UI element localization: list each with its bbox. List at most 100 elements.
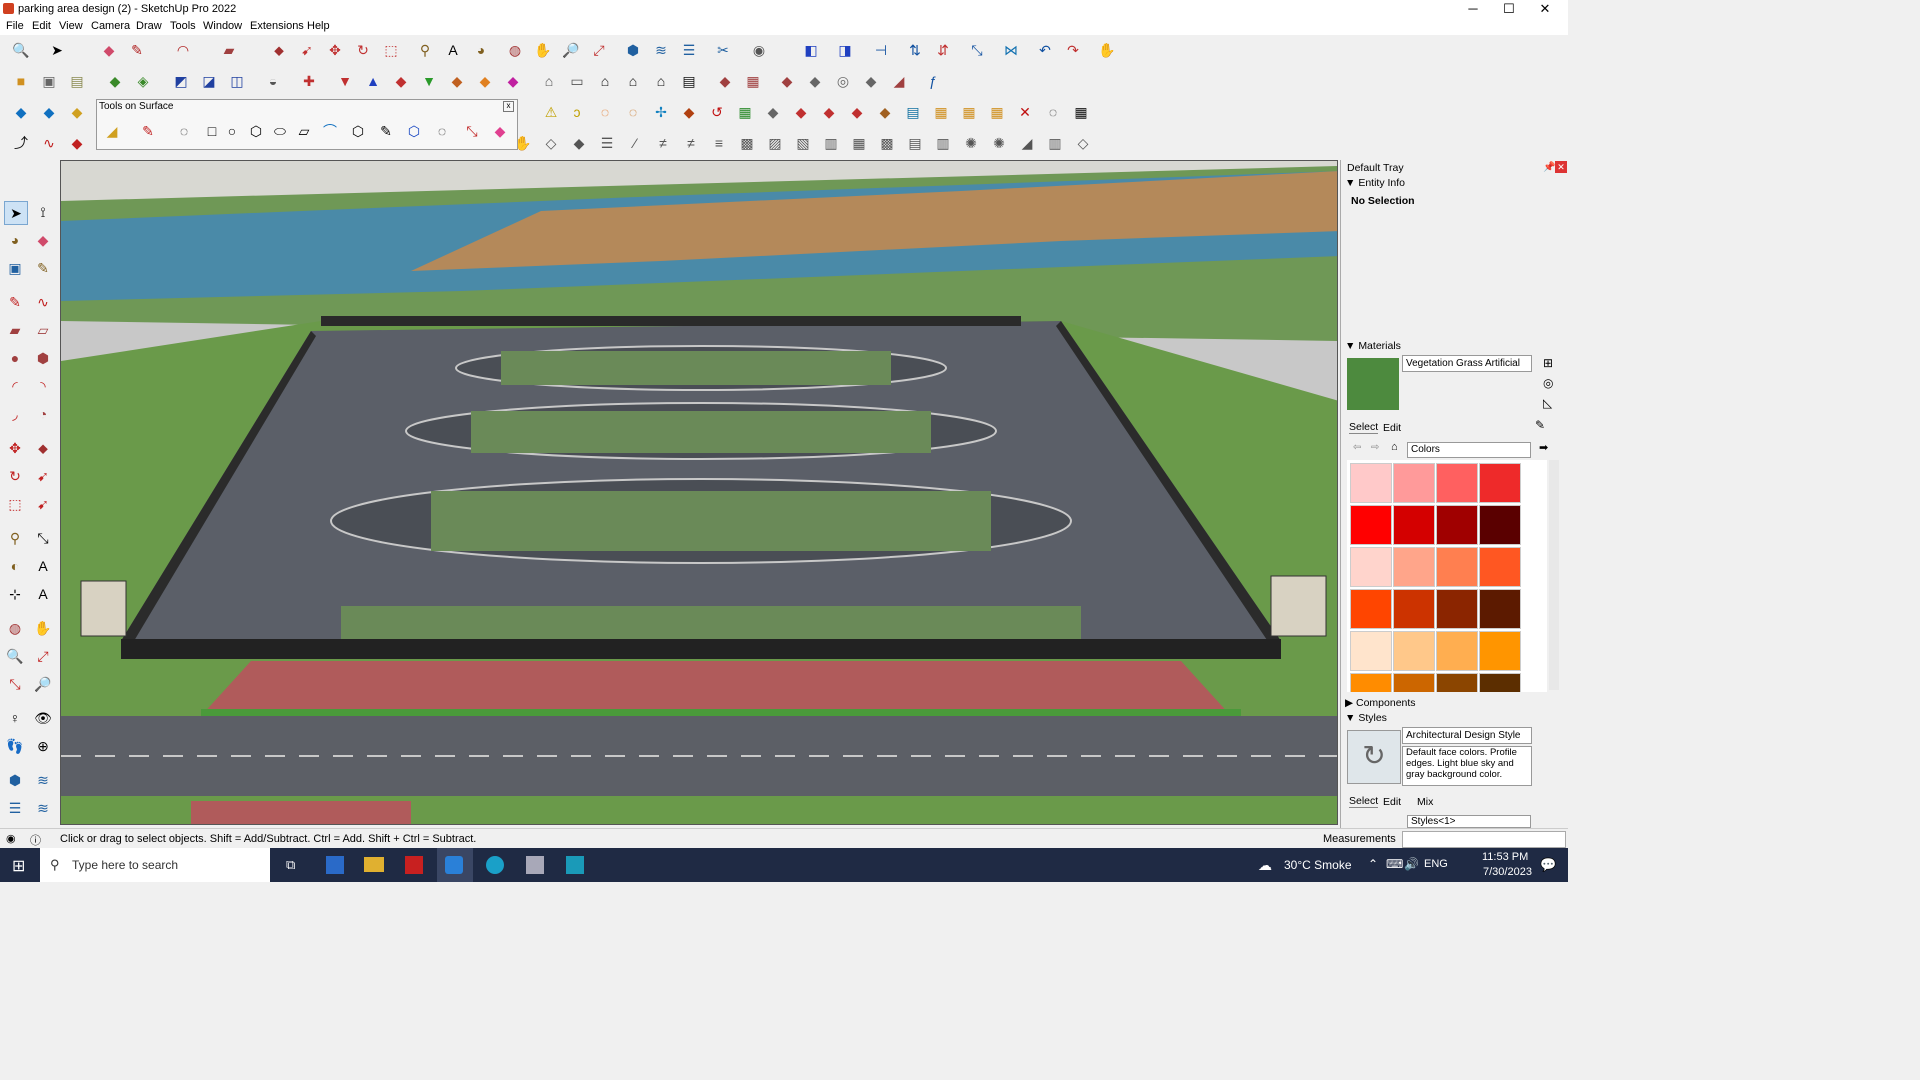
profile-s-icon[interactable]: ▥	[1044, 132, 1066, 154]
undo-icon[interactable]: ↶	[1034, 39, 1056, 61]
layer-down-icon[interactable]: ⇵	[932, 39, 954, 61]
home-outline-icon[interactable]: ⌂	[650, 70, 672, 92]
xray-box-icon[interactable]: ▣	[38, 70, 60, 92]
curve-q-icon[interactable]: ✕	[1014, 101, 1036, 123]
curve-n-icon[interactable]: ▦	[930, 101, 952, 123]
tos-freehand-icon[interactable]: ✎	[375, 120, 397, 142]
add-detail-icon[interactable]: ◆	[446, 70, 468, 92]
section-large-icon[interactable]: ⊕	[32, 735, 54, 757]
rect-large-icon[interactable]: ▰	[4, 319, 26, 341]
profile-o-icon[interactable]: ▥	[932, 132, 954, 154]
color-swatch[interactable]	[1350, 631, 1392, 671]
back-edges-icon[interactable]: ◫	[226, 70, 248, 92]
move-tool-icon[interactable]: ✥	[324, 39, 346, 61]
rotate-large-icon[interactable]: ↻	[4, 465, 26, 487]
tos-parallelogram-icon[interactable]: ▱	[293, 120, 315, 142]
color-swatch[interactable]	[1393, 547, 1435, 587]
from-contours-icon[interactable]: ◆	[474, 70, 496, 92]
profile-f-icon[interactable]: ≠	[680, 132, 702, 154]
materials-header[interactable]: ▼ Materials	[1345, 340, 1565, 354]
follow-me-icon[interactable]: ➹	[296, 39, 318, 61]
profile-k-icon[interactable]: ▥	[820, 132, 842, 154]
task-view-icon[interactable]: ⧉	[286, 857, 295, 873]
clock-time[interactable]: 11:53 PM	[1482, 851, 1528, 863]
xray-icon[interactable]: ✂	[712, 39, 734, 61]
scale-large-icon[interactable]: ⬚	[4, 493, 26, 515]
curve-m-icon[interactable]: ▤	[902, 101, 924, 123]
pencil-icon[interactable]: ✎	[4, 291, 26, 313]
color-swatch[interactable]	[1436, 505, 1478, 545]
arc-large-icon[interactable]: ◜	[4, 375, 26, 397]
tos-clean-icon[interactable]: ◆	[489, 120, 511, 142]
eraser-icon[interactable]: ◆	[98, 39, 120, 61]
forward-arrow-icon[interactable]: ⇨	[1371, 442, 1379, 453]
tos-line-icon[interactable]: ◢	[101, 120, 123, 142]
look-around-icon[interactable]: 👁	[32, 707, 54, 729]
hidden-line-icon[interactable]: ▤	[66, 70, 88, 92]
material-name-field[interactable]: Vegetation Grass Artificial	[1402, 355, 1532, 372]
color-swatch[interactable]	[1393, 589, 1435, 629]
styles-tab-select[interactable]: Select	[1349, 795, 1379, 808]
tape-measure-icon[interactable]: ⚲	[414, 39, 436, 61]
scale-tool-icon[interactable]: ⬚	[380, 39, 402, 61]
textured-icon[interactable]: ◈	[132, 70, 154, 92]
measurements-input[interactable]	[1402, 831, 1566, 848]
eyedropper-icon[interactable]: ✎	[1535, 418, 1545, 432]
layer-a-icon[interactable]: ◆	[10, 101, 32, 123]
tos-pen-icon[interactable]: ✎	[137, 120, 159, 142]
menu-tools[interactable]: Tools	[170, 20, 196, 32]
color-swatch[interactable]	[1393, 631, 1435, 671]
weather-icon[interactable]: ☁	[1258, 857, 1272, 874]
warning-icon[interactable]: ⚠	[540, 101, 562, 123]
hand-stop-icon[interactable]: ✋	[1096, 39, 1118, 61]
taskbar-search[interactable]: ⚲ Type here to search	[40, 848, 270, 882]
fredo-c-icon[interactable]: ◆	[66, 132, 88, 154]
extension-warehouse-icon[interactable]: ◨	[834, 39, 856, 61]
zoom-window-icon[interactable]: ⤢	[588, 39, 610, 61]
move-large-icon[interactable]: ✥	[4, 437, 26, 459]
profile-l-icon[interactable]: ▦	[848, 132, 870, 154]
tape-large-icon[interactable]: ✎	[32, 257, 54, 279]
materials-tab-select[interactable]: Select	[1349, 421, 1379, 434]
profile-b-icon[interactable]: ◆	[568, 132, 590, 154]
display-secondary-icon[interactable]: ◎	[1543, 376, 1553, 390]
profile-m-icon[interactable]: ▩	[876, 132, 898, 154]
push-pull-icon[interactable]: ⬥	[268, 39, 290, 61]
style-name-field[interactable]: Architectural Design Style	[1402, 727, 1532, 744]
top-large-icon[interactable]: ≋	[32, 769, 54, 791]
stamp-icon[interactable]: ▲	[362, 70, 384, 92]
plugin-a-icon[interactable]: ◆	[776, 70, 798, 92]
layer-b-icon[interactable]: ◆	[38, 101, 60, 123]
shaded-icon[interactable]: ◆	[104, 70, 126, 92]
back-arrow-icon[interactable]: ⇦	[1353, 442, 1361, 453]
components-icon[interactable]: ◧	[800, 39, 822, 61]
components-header[interactable]: ▶ Components	[1345, 697, 1565, 711]
circle-large-icon[interactable]: ●	[4, 347, 26, 369]
dimension-icon[interactable]: ⋈	[1000, 39, 1022, 61]
styles-tab-edit[interactable]: Edit	[1383, 796, 1401, 808]
file-explorer-icon[interactable]	[364, 857, 384, 872]
color-swatch[interactable]	[1436, 631, 1478, 671]
styles-collection-select[interactable]: Styles<1>	[1407, 815, 1531, 828]
model-viewport[interactable]	[60, 160, 1338, 825]
pan-large-icon[interactable]: ✋	[32, 617, 54, 639]
section-plane-icon[interactable]: ⊣	[870, 39, 892, 61]
eraser-large-icon[interactable]: ◆	[32, 229, 54, 251]
curve-g-icon[interactable]: ▦	[734, 101, 756, 123]
menu-window[interactable]: Window	[203, 20, 242, 32]
monochrome-icon[interactable]: ◪	[198, 70, 220, 92]
profile-n-icon[interactable]: ▤	[904, 132, 926, 154]
tos-offset-icon[interactable]: ◌	[173, 120, 195, 142]
sandbox-icon[interactable]: ◒	[262, 70, 284, 92]
tos-erase-icon[interactable]: ⤡	[461, 120, 483, 142]
iso-view-icon[interactable]: ⬢	[622, 39, 644, 61]
freehand-icon[interactable]: ∿	[32, 291, 54, 313]
select-tool-icon[interactable]: ➤	[46, 39, 68, 61]
color-swatch[interactable]	[1436, 673, 1478, 692]
front-view-icon[interactable]: ☰	[678, 39, 700, 61]
orbit-large-icon[interactable]: ◍	[4, 617, 26, 639]
curve-b-icon[interactable]: ◌	[594, 101, 616, 123]
styles-tab-mix[interactable]: Mix	[1417, 796, 1433, 808]
snipping-tool-icon[interactable]	[526, 856, 544, 874]
profile-e-icon[interactable]: ≠	[652, 132, 674, 154]
